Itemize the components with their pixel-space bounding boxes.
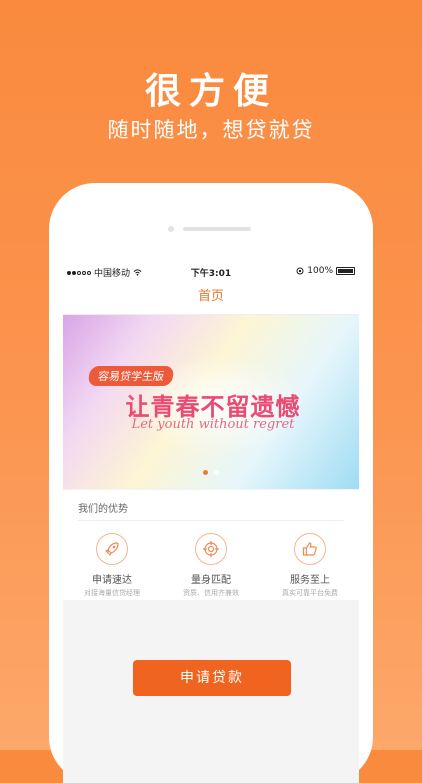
thumbs-up-icon [294, 533, 326, 565]
advantage-label: 服务至上 [290, 575, 330, 586]
rocket-icon [96, 533, 128, 565]
carousel-dot-1[interactable] [203, 470, 208, 475]
advantages-title: 我们的优势 [78, 504, 128, 515]
promo-subline: 随时随地，想贷就贷 [107, 118, 315, 142]
promo-banner[interactable]: 容易贷学生版 让青春不留遗憾 Let youth without regret [63, 315, 359, 489]
banner-slogan-en: Let youth without regret [131, 417, 295, 432]
advantage-label: 申请速达 [92, 575, 132, 586]
advantage-item-fast-apply[interactable]: 申请速达 对接海量信贷经理 [63, 533, 161, 598]
advantage-desc: 资质、信用齐兼效 [183, 589, 239, 597]
orientation-lock-icon [296, 267, 304, 275]
carousel-indicator[interactable] [63, 470, 359, 475]
page-title: 首页 [197, 289, 224, 304]
earpiece-speaker [183, 227, 251, 231]
divider [78, 520, 344, 521]
advantage-label: 量身匹配 [191, 575, 231, 586]
advantage-desc: 对接海量信贷经理 [84, 589, 140, 597]
apply-loan-button[interactable]: 申请贷款 [133, 660, 291, 696]
advantage-item-service[interactable]: 服务至上 真实可靠平台免费 [261, 533, 359, 598]
target-icon [195, 533, 227, 565]
promo-headline: 很方便 [144, 71, 277, 112]
advantages-section: 我们的优势 申请速达 对接海量信贷经理 量身匹配 资质、信用齐兼效 服务至上 真… [63, 490, 359, 600]
phone-screen: 中国移动 下午3:01 100% 首页 容易贷学生版 让青春不留遗憾 Let y… [63, 263, 359, 783]
status-bar: 中国移动 下午3:01 100% [63, 263, 359, 280]
nav-bar: 首页 [63, 280, 359, 315]
battery-icon [336, 267, 355, 275]
phone-frame: 中国移动 下午3:01 100% 首页 容易贷学生版 让青春不留遗憾 Let y… [49, 183, 373, 783]
battery-percent: 100% [307, 266, 333, 276]
banner-tag: 容易贷学生版 [87, 366, 175, 386]
advantage-item-match[interactable]: 量身匹配 资质、信用齐兼效 [162, 533, 260, 598]
advantage-desc: 真实可靠平台免费 [282, 589, 338, 597]
front-camera [168, 226, 174, 232]
carousel-dot-2[interactable] [214, 470, 219, 475]
